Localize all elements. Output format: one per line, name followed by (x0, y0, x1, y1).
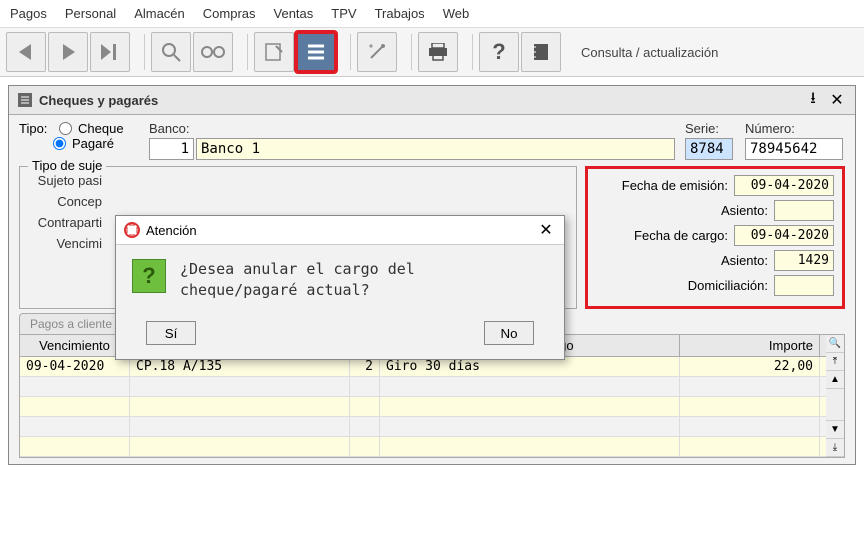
table-row[interactable] (20, 377, 826, 397)
triangle-right-bar-icon (101, 44, 119, 60)
asiento2-input[interactable] (774, 250, 834, 271)
dialog-title: Atención (146, 223, 532, 238)
nav-forward-button[interactable] (48, 32, 88, 72)
asiento2-label: Asiento: (596, 253, 774, 268)
toolbar-separator (350, 34, 351, 70)
toolbar-separator (247, 34, 248, 70)
serie-input[interactable] (685, 138, 733, 160)
attention-icon (124, 222, 140, 238)
fecha-emision-input[interactable] (734, 175, 834, 196)
close-icon[interactable]: ✕ (827, 90, 847, 110)
fecha-emision-label: Fecha de emisión: (596, 178, 734, 193)
confirm-dialog: Atención ✕ ? ¿Desea anular el cargo del … (115, 215, 565, 360)
banco-label: Banco: (149, 121, 675, 136)
question-icon: ? (492, 39, 505, 65)
config-button[interactable] (521, 32, 561, 72)
sujeto-pasi-label: Sujeto pasi (28, 173, 108, 188)
tipo-pagare-label: Pagaré (72, 136, 114, 151)
toolbar-separator (411, 34, 412, 70)
grid-scrollbar[interactable]: 🔍 ⤒ ▲ ▼ ⤓ (826, 335, 844, 457)
no-button[interactable]: No (484, 321, 534, 345)
tipo-cheque-label: Cheque (78, 121, 124, 136)
dialog-close-icon[interactable]: ✕ (536, 220, 556, 240)
menu-tpv[interactable]: TPV (331, 6, 356, 21)
banco-name-input[interactable] (196, 138, 675, 160)
menu-pagos[interactable]: Pagos (10, 6, 47, 21)
fecha-cargo-input[interactable] (734, 225, 834, 246)
cell-importe: 22,00 (680, 357, 820, 376)
fecha-cargo-label: Fecha de cargo: (596, 228, 734, 243)
tipo-cheque-radio[interactable] (59, 122, 72, 135)
triangle-right-icon (61, 44, 75, 60)
table-row[interactable] (20, 437, 826, 457)
domiciliacion-label: Domiciliación: (596, 278, 774, 293)
question-mark-icon: ? (132, 259, 166, 293)
window-icon (17, 92, 33, 108)
toolbar-separator (472, 34, 473, 70)
tab-pagos-cliente[interactable]: Pagos a cliente (19, 313, 123, 334)
domiciliacion-input[interactable] (774, 275, 834, 296)
wand-button[interactable] (357, 32, 397, 72)
edit-note-icon (264, 42, 284, 62)
col-vencimiento[interactable]: Vencimiento (20, 335, 130, 356)
tipo-pagare-radio[interactable] (53, 137, 66, 150)
search-button[interactable] (151, 32, 191, 72)
menu-personal[interactable]: Personal (65, 6, 116, 21)
list-button[interactable] (296, 32, 336, 72)
table-row[interactable]: 09-04-2020 CP.18 A/135 2 Giro 30 días 22… (20, 357, 826, 377)
serie-label: Serie: (685, 121, 735, 136)
nav-last-button[interactable] (90, 32, 130, 72)
magnifier-icon (161, 42, 181, 62)
vencimi-label: Vencimi (28, 236, 108, 251)
numero-input[interactable] (745, 138, 843, 160)
notebook-icon (531, 42, 551, 62)
dates-block: Fecha de emisión: Asiento: Fecha de carg… (585, 166, 845, 309)
tipo-label: Tipo: (19, 121, 47, 136)
table-row[interactable] (20, 397, 826, 417)
minimize-icon[interactable]: ⭳ (803, 90, 823, 110)
view-button[interactable] (193, 32, 233, 72)
scroll-top-icon[interactable]: ⤒ (826, 353, 844, 371)
triangle-left-icon (19, 44, 33, 60)
nav-back-button[interactable] (6, 32, 46, 72)
asiento1-label: Asiento: (596, 203, 774, 218)
menubar: Pagos Personal Almacén Compras Ventas TP… (0, 0, 864, 28)
contraparti-label: Contraparti (28, 215, 108, 230)
scroll-down-icon[interactable]: ▼ (826, 421, 844, 439)
concep-label: Concep (28, 194, 108, 209)
menu-almacen[interactable]: Almacén (134, 6, 185, 21)
print-button[interactable] (418, 32, 458, 72)
col-importe[interactable]: Importe (680, 335, 820, 356)
menu-trabajos[interactable]: Trabajos (375, 6, 425, 21)
menu-ventas[interactable]: Ventas (274, 6, 314, 21)
dialog-titlebar: Atención ✕ (116, 216, 564, 245)
scroll-track[interactable] (826, 389, 844, 421)
menu-compras[interactable]: Compras (203, 6, 256, 21)
edit-button[interactable] (254, 32, 294, 72)
table-row[interactable] (20, 417, 826, 437)
scroll-bottom-icon[interactable]: ⤓ (826, 439, 844, 457)
window-title: Cheques y pagarés (39, 93, 799, 108)
help-button[interactable]: ? (479, 32, 519, 72)
asiento1-input[interactable] (774, 200, 834, 221)
toolbar-separator (144, 34, 145, 70)
menu-web[interactable]: Web (443, 6, 470, 21)
dialog-message: ¿Desea anular el cargo del cheque/pagaré… (180, 259, 415, 301)
glasses-icon (201, 45, 225, 59)
printer-icon (428, 43, 448, 61)
toolbar: ? Consulta / actualización (0, 28, 864, 77)
scroll-up-icon[interactable]: ▲ (826, 371, 844, 389)
numero-label: Número: (745, 121, 845, 136)
toolbar-mode-label: Consulta / actualización (581, 45, 718, 60)
grid-body[interactable]: 09-04-2020 CP.18 A/135 2 Giro 30 días 22… (20, 357, 826, 457)
search-grid-icon[interactable]: 🔍 (826, 335, 844, 353)
wand-icon (367, 42, 387, 62)
tipo-suje-label: Tipo de suje (28, 158, 106, 173)
banco-num-input[interactable] (149, 138, 194, 160)
yes-button[interactable]: Sí (146, 321, 196, 345)
cell-vencimiento: 09-04-2020 (20, 357, 130, 376)
window-titlebar: Cheques y pagarés ⭳ ✕ (9, 86, 855, 115)
list-icon (306, 44, 326, 60)
